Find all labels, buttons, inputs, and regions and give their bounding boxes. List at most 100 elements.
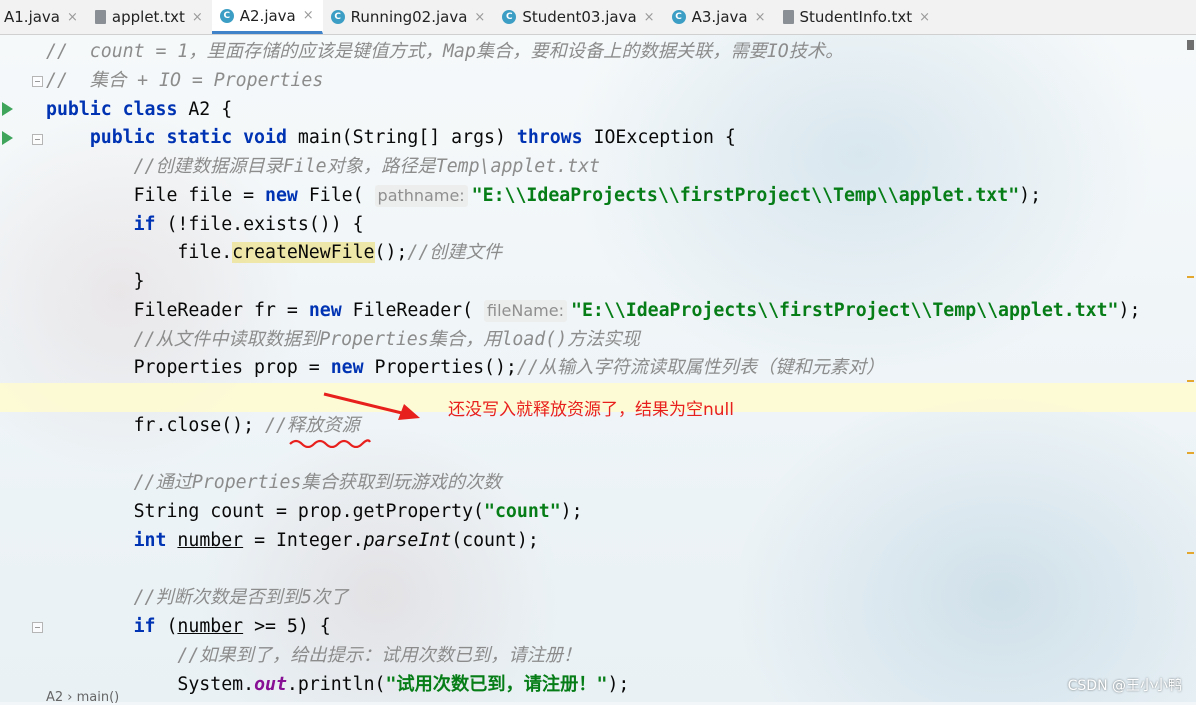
code-line-6: File file = new File( pathname: "E:\\Idea… bbox=[46, 182, 1184, 211]
variable: number bbox=[177, 616, 244, 637]
code-text: (count); bbox=[451, 529, 539, 551]
java-class-icon: C bbox=[330, 10, 345, 24]
comment: //通过Properties集合获取到玩游戏的次数 bbox=[133, 472, 502, 494]
text-file-icon bbox=[782, 10, 794, 24]
string-literal: "E:\\IdeaProjects\\firstProject\\Temp\\a… bbox=[471, 184, 1020, 206]
code-text: FileReader( bbox=[341, 299, 485, 321]
close-icon[interactable]: × bbox=[474, 10, 485, 25]
tab-a2-java[interactable]: C A2.java × bbox=[211, 0, 323, 34]
keyword: new bbox=[265, 184, 298, 206]
keyword: new bbox=[330, 357, 364, 379]
close-icon[interactable]: × bbox=[919, 10, 930, 25]
code-editor[interactable]: // count = 1，里面存储的应该是键值方式，Map集合，要和设备上的数据… bbox=[0, 38, 1196, 700]
scrollbar-thumb[interactable] bbox=[1187, 40, 1194, 50]
tab-label: applet.txt bbox=[111, 8, 185, 26]
keyword: if bbox=[133, 213, 156, 235]
keyword: public static void bbox=[89, 127, 287, 149]
code-line-17: String count = prop.getProperty("count")… bbox=[46, 498, 1184, 527]
comment: // count = 1，里面存储的应该是键值方式，Map集合，要和设备上的数据… bbox=[46, 41, 844, 62]
comment: //如果到了，给出提示：试用次数已到，请注册！ bbox=[177, 644, 582, 666]
fold-marker-icon[interactable] bbox=[32, 134, 43, 145]
code-text: file. bbox=[177, 242, 233, 264]
code-text: = Integer. bbox=[243, 529, 364, 551]
close-icon[interactable]: × bbox=[192, 10, 203, 25]
code-line-18: int number = Integer.parseInt(count); bbox=[46, 527, 1184, 556]
tab-label: A2.java bbox=[239, 6, 296, 25]
code-line-8: file.createNewFile();//创建文件 bbox=[46, 239, 1184, 268]
annotation-underline-icon bbox=[289, 439, 371, 448]
keyword: if bbox=[133, 616, 156, 637]
code-line-9: } bbox=[46, 268, 1184, 297]
tab-label: Running02.java bbox=[350, 8, 468, 26]
code-line-23: System.out.println("试用次数已到，请注册！"); bbox=[46, 671, 1184, 700]
warning-marker[interactable] bbox=[1187, 380, 1194, 382]
tab-running02-java[interactable]: C Running02.java × bbox=[323, 0, 495, 34]
code-text: File( bbox=[297, 184, 375, 206]
parameter-hint: fileName: bbox=[484, 299, 567, 322]
annotation-arrow-icon bbox=[323, 392, 420, 420]
code-line-21: if (number >= 5) { bbox=[46, 613, 1184, 642]
tab-studentinfo-txt[interactable]: StudentInfo.txt × bbox=[775, 0, 940, 34]
code-line-7: if (!file.exists()) { bbox=[46, 211, 1184, 240]
close-icon[interactable]: × bbox=[67, 10, 78, 25]
code-text: Properties(); bbox=[363, 357, 517, 379]
code-line-3: public class A2 { bbox=[46, 96, 1184, 125]
tab-a3-java[interactable]: C A3.java × bbox=[664, 0, 775, 34]
comment: //从输入字符流读取属性列表（键和元素对） bbox=[516, 357, 885, 379]
code-text: ); bbox=[560, 501, 583, 522]
tab-student03-java[interactable]: C Student03.java × bbox=[494, 0, 663, 34]
code-text: ); bbox=[607, 673, 630, 695]
close-icon[interactable]: × bbox=[644, 10, 655, 25]
keyword: throws bbox=[516, 127, 583, 149]
comment: //判断次数是否到到5次了 bbox=[133, 587, 349, 609]
warning-marker[interactable] bbox=[1187, 552, 1194, 554]
run-class-icon[interactable] bbox=[2, 102, 13, 116]
code-line-16: //通过Properties集合获取到玩游戏的次数 bbox=[46, 469, 1184, 498]
close-icon[interactable]: × bbox=[755, 10, 766, 25]
code-text: (!file.exists()) { bbox=[155, 213, 364, 235]
code-line-12: Properties prop = new Properties();//从输入… bbox=[46, 354, 1184, 383]
fold-marker-icon[interactable] bbox=[32, 622, 43, 633]
tab-applet-txt[interactable]: applet.txt × bbox=[87, 0, 212, 34]
tab-a1-java[interactable]: A1.java × bbox=[0, 0, 87, 34]
variable: number bbox=[177, 529, 244, 551]
code-text: >= 5) { bbox=[243, 616, 331, 637]
code-line-11: //从文件中读取数据到Properties集合，用load()方法实现 bbox=[46, 326, 1184, 355]
code-text: ); bbox=[1019, 184, 1042, 206]
java-class-icon: C bbox=[502, 10, 517, 24]
breadcrumb[interactable]: A2 › main() bbox=[46, 690, 119, 705]
code-text: System. bbox=[177, 673, 255, 695]
editor-gutter bbox=[0, 34, 44, 702]
comment: //创建文件 bbox=[407, 242, 503, 264]
warning-marker[interactable] bbox=[1187, 452, 1194, 454]
code-line-20: //判断次数是否到到5次了 bbox=[46, 584, 1184, 613]
parameter-hint: pathname: bbox=[374, 184, 468, 207]
code-text: fr.close(); bbox=[133, 414, 266, 436]
code-text: Properties prop = bbox=[133, 357, 331, 379]
tab-label: StudentInfo.txt bbox=[799, 8, 913, 26]
static-method: parseInt bbox=[363, 529, 452, 551]
run-main-icon[interactable] bbox=[2, 131, 13, 145]
static-field: out bbox=[254, 673, 287, 695]
string-literal: "试用次数已到，请注册！" bbox=[385, 673, 608, 695]
code-line-4: public static void main(String[] args) t… bbox=[46, 124, 1184, 153]
comment: //从文件中读取数据到Properties集合，用load()方法实现 bbox=[133, 328, 640, 350]
string-literal: "count" bbox=[484, 501, 561, 522]
watermark: CSDN @王小小鸭 bbox=[1067, 678, 1182, 694]
editor-tab-bar: A1.java × applet.txt × C A2.java × C Run… bbox=[0, 0, 1196, 35]
warning-marker[interactable] bbox=[1187, 276, 1194, 278]
code-line-10: FileReader fr = new FileReader( fileName… bbox=[46, 297, 1184, 326]
code-text: ( bbox=[155, 616, 178, 637]
code-text: .println( bbox=[286, 673, 386, 695]
code-text: A2 { bbox=[177, 98, 233, 120]
string-literal: "E:\\IdeaProjects\\firstProject\\Temp\\a… bbox=[571, 299, 1119, 321]
text-file-icon bbox=[94, 10, 106, 24]
code-text: FileReader fr = bbox=[133, 299, 309, 321]
close-icon[interactable]: × bbox=[303, 8, 314, 23]
code-line-5: //创建数据源目录File对象，路径是Temp\applet.txt bbox=[46, 153, 1184, 182]
code-text: File file = bbox=[133, 184, 266, 206]
fold-marker-icon[interactable] bbox=[32, 76, 43, 87]
annotation-text: 还没写入就释放资源了，结果为空null bbox=[448, 400, 734, 420]
